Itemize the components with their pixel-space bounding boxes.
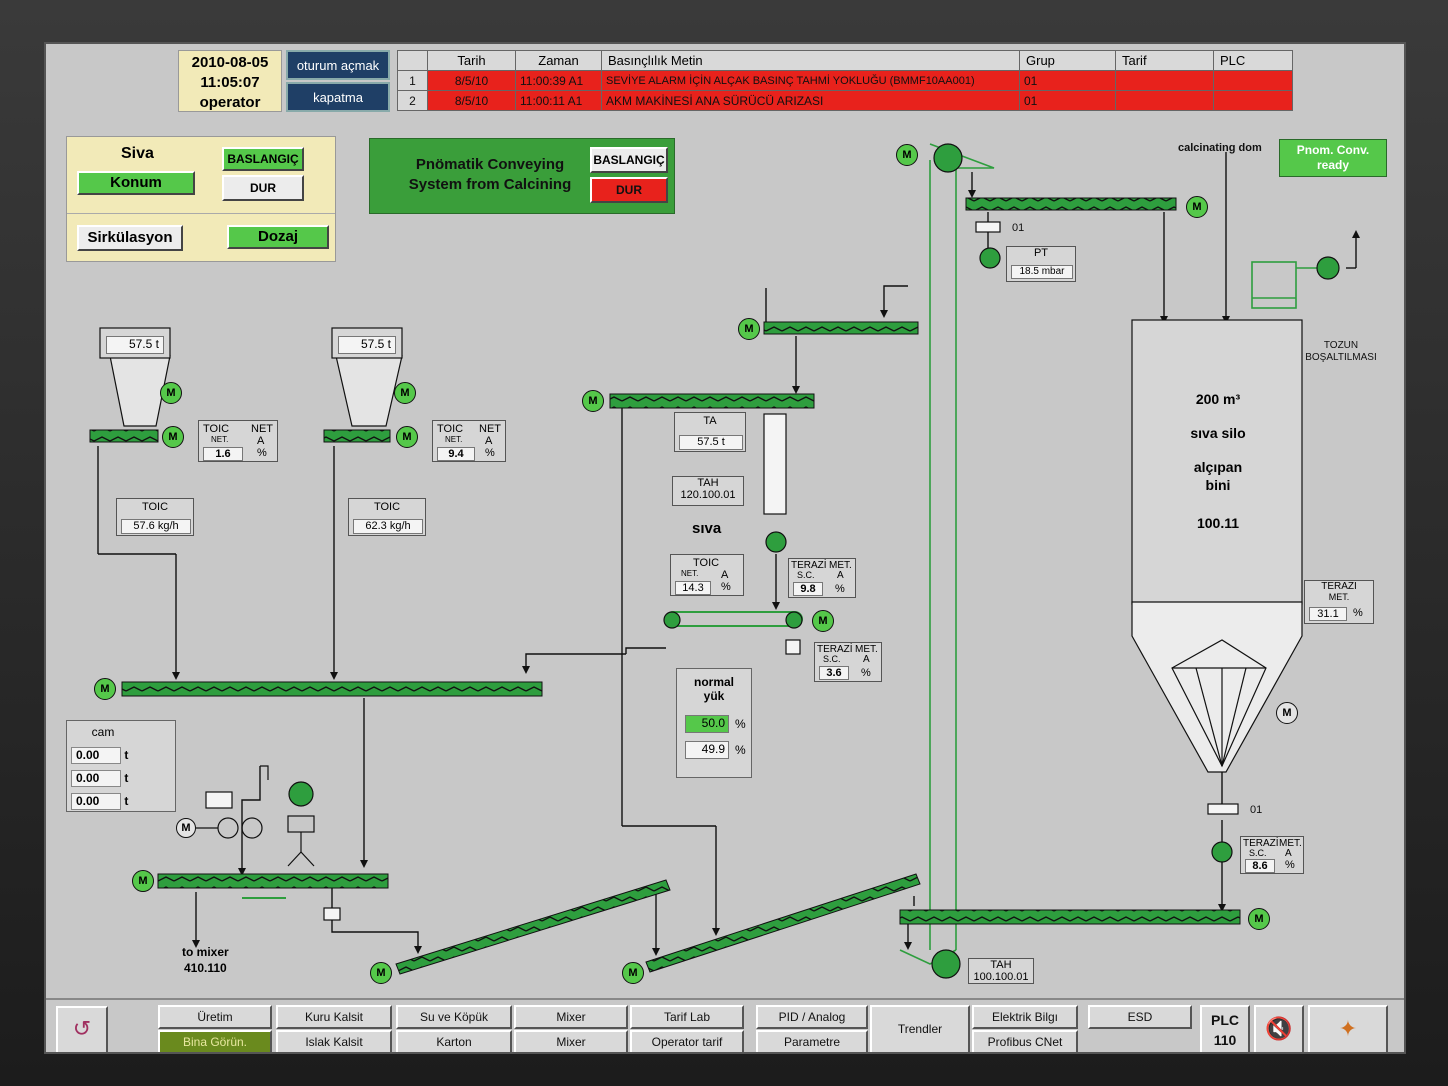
terazi2-value: 3.6: [819, 666, 849, 680]
pt-box: PT 18.5 mbar: [1006, 246, 1076, 282]
motor-icon[interactable]: M: [1248, 908, 1270, 930]
hopper2-net-box: TOIC NET NET. A 9.4 %: [432, 420, 506, 462]
terazi1-value: 9.8: [793, 582, 823, 596]
nav-profibus[interactable]: Profibus CNet: [972, 1030, 1078, 1052]
nav-kuru[interactable]: Kuru Kalsit: [276, 1005, 392, 1029]
valve-label: 01: [1250, 804, 1263, 816]
silo-name: sıva silo: [1190, 425, 1246, 441]
tah-bottom-box: TAH 100.100.01: [968, 958, 1034, 984]
nav-su[interactable]: Su ve Köpük: [396, 1005, 512, 1029]
alarm-horn-icon[interactable]: ✦: [1308, 1005, 1388, 1052]
silo-tag: 100.11: [1196, 515, 1240, 531]
silo-type1: alçıpan: [1193, 459, 1243, 475]
motor-icon[interactable]: M: [394, 382, 416, 404]
cam-value: 0.00: [71, 793, 121, 810]
motor-icon[interactable]: M: [1276, 702, 1298, 724]
motor-icon[interactable]: M: [162, 426, 184, 448]
terazi-silo-value: 31.1: [1309, 607, 1347, 621]
to-mixer-label: to mixer 410.110: [182, 945, 229, 975]
nav-uretim[interactable]: Üretim: [158, 1005, 272, 1029]
toic1-flow-box: TOIC 57.6 kg/h: [116, 498, 194, 536]
motor-icon[interactable]: M: [132, 870, 154, 892]
hopper1-weight: 57.5 t: [106, 336, 164, 354]
silo-label: 200 m³ sıva silo alçıpan bini 100.11: [1156, 390, 1280, 532]
terazi1-box: TERAZİ MET. S.C. A 9.8 %: [788, 558, 856, 598]
nav-karton[interactable]: Karton: [396, 1030, 512, 1052]
siva-label: sıva: [692, 520, 722, 537]
scada-screen: 2010-08-05 11:05:07 operator oturum açma…: [44, 42, 1406, 1054]
hopper1-net: 1.6: [203, 447, 243, 461]
motor-icon[interactable]: M: [812, 610, 834, 632]
motor-icon[interactable]: M: [176, 818, 196, 838]
pt-value: 18.5 mbar: [1011, 265, 1073, 279]
cam-value: 0.00: [71, 770, 121, 787]
motor-icon[interactable]: M: [1186, 196, 1208, 218]
valve-label: 01: [1012, 222, 1025, 234]
hopper2-net: 9.4: [437, 447, 475, 461]
mute-icon[interactable]: 🔇: [1254, 1005, 1304, 1052]
nav-bina[interactable]: Bina Görün.: [158, 1030, 272, 1052]
bottom-navigation: ↺ Üretim Bina Görün. Kuru Kalsit Islak K…: [46, 998, 1404, 1052]
motor-icon[interactable]: M: [738, 318, 760, 340]
normal-load-setpoint[interactable]: 50.0: [685, 715, 729, 733]
toic2-flow: 62.3 kg/h: [353, 519, 423, 534]
conveyor-belts: [89, 197, 1241, 975]
silo-type2: bini: [1205, 477, 1231, 493]
motor-icon[interactable]: M: [370, 962, 392, 984]
normal-load-panel: normal yük 50.0 % 49.9 %: [676, 668, 752, 778]
motor-icon[interactable]: M: [896, 144, 918, 166]
tah-mid-box: TAH 120.100.01: [672, 476, 744, 506]
ta-value: 57.5 t: [679, 435, 743, 450]
motor-icon[interactable]: M: [622, 962, 644, 984]
nav-trendler[interactable]: Trendler: [870, 1005, 970, 1052]
motor-icon[interactable]: M: [160, 382, 182, 404]
cam-panel: cam 0.00 t 0.00 t 0.00 t: [66, 720, 176, 812]
nav-elektrik[interactable]: Elektrik Bilgı: [972, 1005, 1078, 1029]
toic2-flow-box: TOIC 62.3 kg/h: [348, 498, 426, 536]
toic-mid-net: 14.3: [675, 581, 711, 595]
back-icon[interactable]: ↺: [56, 1006, 108, 1052]
normal-load-actual: 49.9: [685, 741, 729, 759]
motor-icon[interactable]: M: [94, 678, 116, 700]
tah-mid-tag: 120.100.01: [680, 489, 736, 501]
terazi-silo-box: TERAZI MET. 31.1 %: [1304, 580, 1374, 624]
nav-tarif[interactable]: Tarif Lab: [630, 1005, 744, 1029]
nav-parametre[interactable]: Parametre: [756, 1030, 868, 1052]
terazi-bottom-value: 8.6: [1245, 859, 1275, 873]
nav-mixer1[interactable]: Mixer: [514, 1005, 628, 1029]
nav-islak[interactable]: Islak Kalsit: [276, 1030, 392, 1052]
tah-bottom-tag: 100.100.01: [973, 971, 1029, 983]
silo-volume: 200 m³: [1195, 391, 1241, 407]
hopper2-weight: 57.5 t: [338, 336, 396, 354]
ta-box: TA 57.5 t: [674, 412, 746, 452]
nav-pid[interactable]: PID / Analog: [756, 1005, 868, 1029]
dust-discharge-label: TOZUN BOŞALTILMASI: [1305, 340, 1377, 363]
hopper1-net-box: TOIC NET NET. A 1.6 %: [198, 420, 278, 462]
toic-mid-box: TOIC NET. A 14.3 %: [670, 554, 744, 596]
toic1-flow: 57.6 kg/h: [121, 519, 191, 534]
terazi-bottom-box: TERAZİ MET. S.C. A 8.6 %: [1240, 836, 1304, 874]
nav-esd[interactable]: ESD: [1088, 1005, 1192, 1029]
cam-value: 0.00: [71, 747, 121, 764]
nav-mixer2[interactable]: Mixer: [514, 1030, 628, 1052]
nav-operator-tarif[interactable]: Operator tarif: [630, 1030, 744, 1052]
terazi2-box: TERAZİ MET. S.C. A 3.6 %: [814, 642, 882, 682]
motor-icon[interactable]: M: [396, 426, 418, 448]
motor-icon[interactable]: M: [582, 390, 604, 412]
plc-indicator[interactable]: PLC 110: [1200, 1005, 1250, 1052]
